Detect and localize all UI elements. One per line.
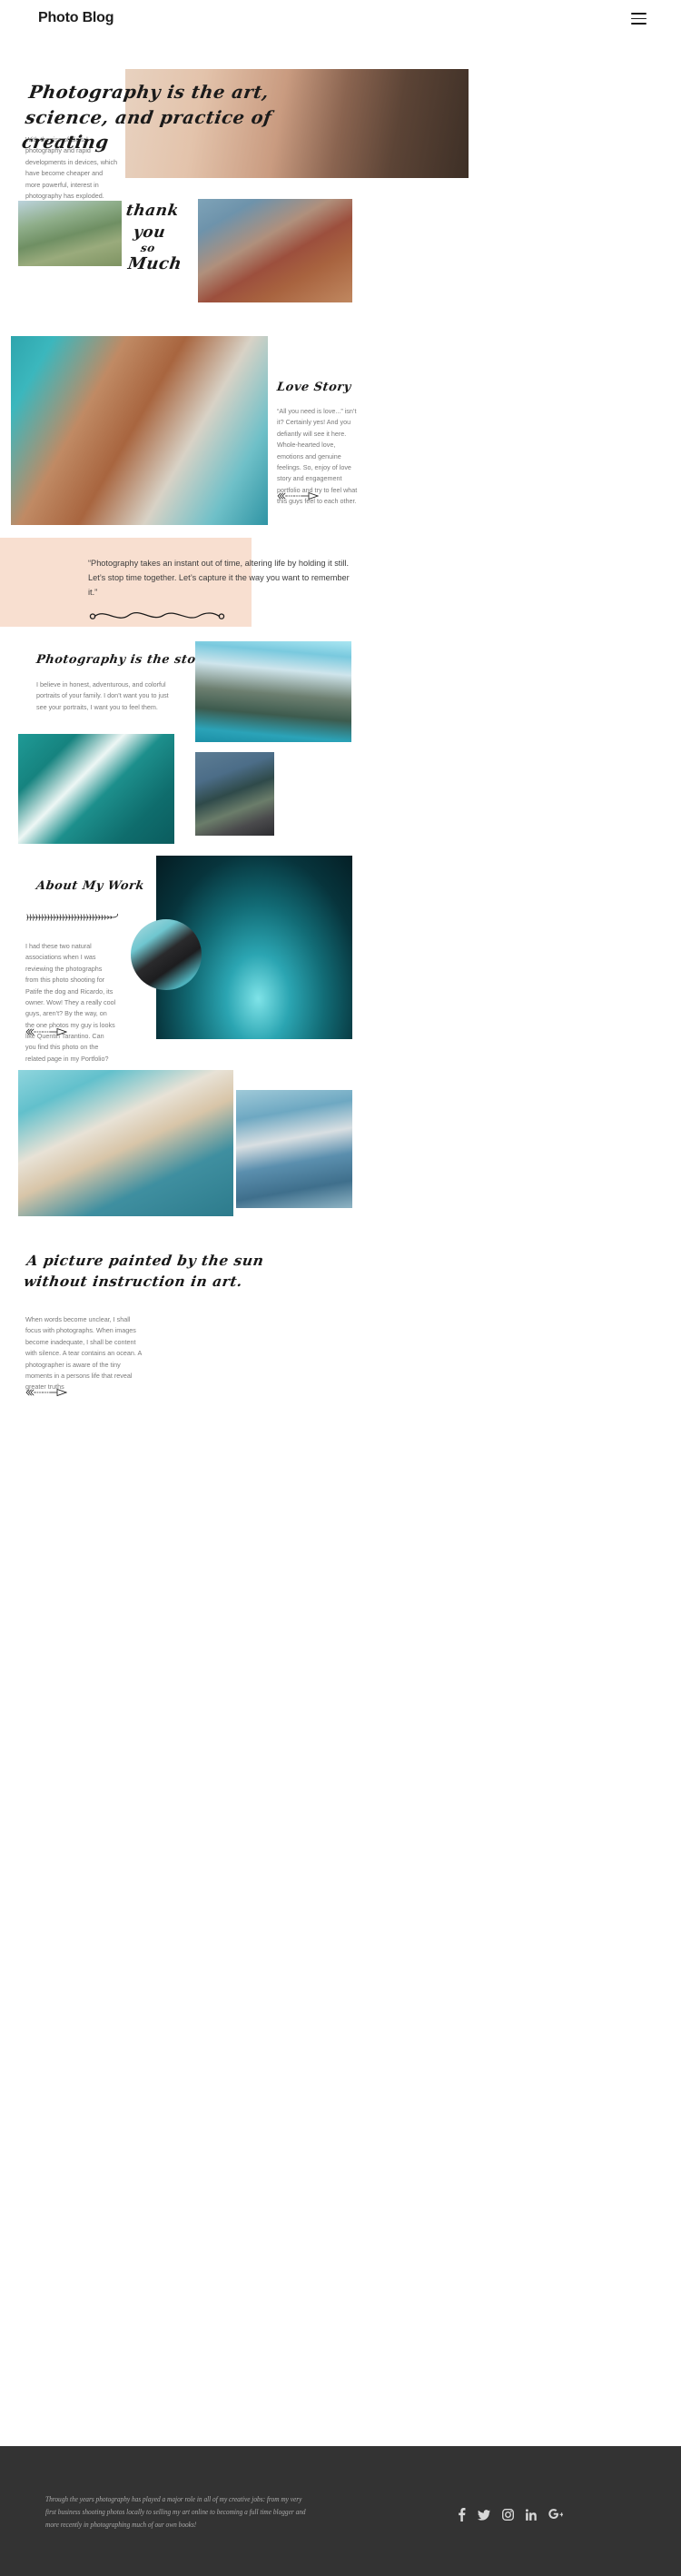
image-mountain-lake [195,641,351,742]
thankyou-line-3: so [140,242,156,254]
social-links [458,2508,563,2522]
image-person-on-road [195,752,274,836]
googleplus-icon[interactable] [548,2509,563,2521]
arrow-ornament [277,491,319,500]
site-brand[interactable]: Photo Blog [38,10,114,26]
thankyou-line-2: you [132,223,167,242]
facebook-icon[interactable] [458,2508,466,2522]
image-aerial-surfers [18,734,174,844]
image-denim-embrace [198,199,352,302]
story-title: Photography is the story [35,653,212,667]
hamburger-bar [631,23,646,25]
twitter-icon[interactable] [478,2509,490,2521]
about-paragraph: I had these two natural associations whe… [25,942,116,1063]
hamburger-bar [631,13,646,15]
thank-you-lettering: thank you so Much [115,198,197,280]
arrow-ornament [25,1388,67,1397]
image-love-story [11,336,268,525]
story-paragraph: I believe in honest, adventurous, and co… [36,680,169,711]
fern-ornament [26,913,118,921]
image-woman-with-hat [18,1070,233,1216]
about-title: About My Work [35,879,145,893]
arrow-ornament [25,1027,67,1036]
page-root: Photo Blog Photography is the art, scien… [0,0,681,2576]
hamburger-bar [631,17,646,20]
thankyou-line-4: Much [126,254,183,273]
image-hand-holding-lens [131,919,202,990]
love-story-title: Love Story [275,381,352,394]
linkedin-icon[interactable] [526,2509,537,2521]
sun-paragraph: When words become unclear, I shall focus… [25,1315,142,1392]
instagram-icon[interactable] [502,2509,514,2521]
thankyou-line-1: thank [124,202,181,220]
site-footer: Through the years photography has played… [0,2446,681,2576]
hero-title: Photography is the art, science, and pra… [20,82,273,154]
footer-text: Through the years photography has played… [45,2495,306,2530]
quote-text: “Photography takes an instant out of tim… [88,559,350,597]
site-header: Photo Blog [0,0,681,38]
hamburger-icon[interactable] [631,13,646,25]
image-blue-street [236,1090,352,1208]
sun-title: A picture painted by the sun without ins… [23,1252,265,1291]
wave-ornament [89,612,225,619]
image-couple-hands [18,201,122,266]
